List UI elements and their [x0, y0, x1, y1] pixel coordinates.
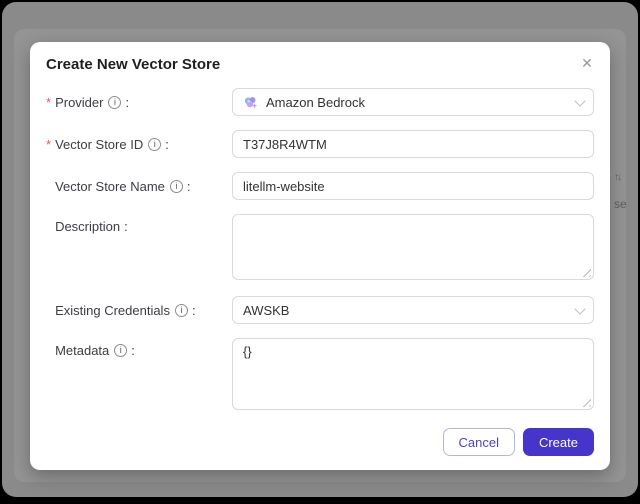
existing-credentials-select[interactable]: AWSKB — [232, 296, 594, 324]
provider-select[interactable]: Amazon Bedrock — [232, 88, 594, 116]
modal-title: Create New Vector Store — [46, 56, 221, 73]
field-row-provider: * Provider i : Amazon Bedrock — [46, 88, 594, 116]
close-icon[interactable]: ✕ — [576, 52, 598, 74]
label-colon: : — [125, 94, 130, 110]
background-partial-text: se — [614, 197, 627, 211]
vector-store-name-label-text: Vector Store Name — [55, 178, 165, 194]
provider-label: * Provider i : — [46, 95, 232, 110]
modal-footer: Cancel Create — [46, 428, 594, 456]
vector-store-id-label-text: Vector Store ID — [55, 136, 144, 152]
vector-store-name-input[interactable] — [232, 172, 594, 200]
metadata-label: * Metadata i : — [46, 343, 232, 358]
chevron-down-icon — [574, 303, 586, 315]
info-icon[interactable]: i — [174, 303, 188, 317]
label-colon: : — [191, 302, 196, 318]
description-textarea[interactable] — [233, 215, 593, 279]
info-icon[interactable]: i — [169, 179, 183, 193]
field-row-vector-store-name: * Vector Store Name i : — [46, 172, 594, 200]
label-colon: : — [165, 136, 169, 152]
amazon-bedrock-icon — [244, 96, 258, 108]
description-label: * Description : — [46, 219, 232, 234]
description-label-text: Description — [55, 219, 121, 234]
cancel-button[interactable]: Cancel — [442, 428, 515, 456]
info-icon[interactable]: i — [108, 95, 122, 109]
field-row-description: * Description : — [46, 214, 594, 280]
chevron-down-icon — [574, 95, 586, 107]
info-icon[interactable]: i — [148, 137, 162, 151]
vector-store-name-label: * Vector Store Name i : — [46, 179, 232, 194]
field-row-metadata: * Metadata i : — [46, 338, 594, 410]
label-colon: : — [124, 219, 128, 234]
required-asterisk: * — [46, 94, 52, 110]
existing-credentials-label: * Existing Credentials i : — [46, 303, 232, 318]
metadata-textarea[interactable] — [233, 339, 593, 409]
create-button[interactable]: Create — [522, 428, 594, 456]
vector-store-id-label: * Vector Store ID i : — [46, 137, 232, 152]
provider-label-text: Provider — [55, 94, 104, 110]
create-vector-store-modal: Create New Vector Store ✕ * Provider i : — [30, 42, 610, 470]
field-row-vector-store-id: * Vector Store ID i : — [46, 130, 594, 158]
label-colon: : — [186, 178, 191, 194]
sort-arrows-icon: ↑↓ — [614, 172, 622, 183]
info-icon[interactable]: i — [114, 344, 128, 357]
metadata-label-text: Metadata — [55, 343, 110, 358]
label-colon: : — [131, 343, 135, 358]
field-row-existing-credentials: * Existing Credentials i : AWSKB — [46, 296, 594, 324]
vector-store-form: * Provider i : Amazon Bedrock * Vector S… — [46, 88, 594, 456]
required-asterisk: * — [46, 136, 52, 152]
vector-store-id-input[interactable] — [232, 130, 594, 158]
existing-credentials-label-text: Existing Credentials — [55, 302, 170, 318]
existing-credentials-select-value: AWSKB — [243, 302, 290, 318]
provider-select-value: Amazon Bedrock — [266, 94, 365, 110]
